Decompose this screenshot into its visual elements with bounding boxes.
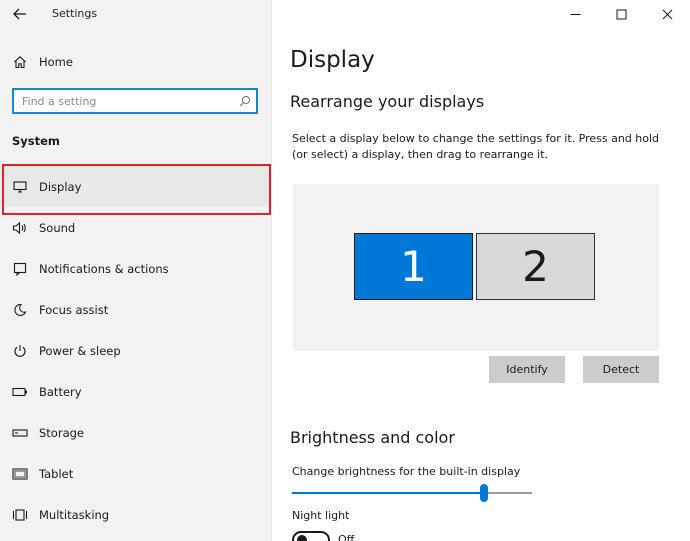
- sidebar-item-label: Tablet: [39, 466, 74, 481]
- sidebar-item-display[interactable]: Display: [0, 166, 272, 207]
- back-button[interactable]: [8, 4, 32, 24]
- night-light-toggle[interactable]: [292, 531, 330, 541]
- sidebar-item-battery[interactable]: Battery: [0, 371, 272, 412]
- sidebar-item-focus-assist[interactable]: Focus assist: [0, 289, 272, 330]
- brightness-slider[interactable]: [292, 484, 532, 502]
- window-controls: [552, 0, 690, 28]
- rearrange-description: Select a display below to change the set…: [292, 132, 660, 161]
- rearrange-title: Rearrange your displays: [290, 92, 485, 111]
- moon-icon: [12, 302, 28, 318]
- search-icon[interactable]: [234, 95, 256, 107]
- slider-track-rest: [484, 492, 532, 494]
- main-content: Display Rearrange your displays Select a…: [272, 0, 690, 541]
- night-light-state: Off: [338, 533, 355, 541]
- sidebar-item-power-sleep[interactable]: Power & sleep: [0, 330, 272, 371]
- slider-thumb[interactable]: [480, 484, 488, 502]
- close-button[interactable]: [644, 0, 690, 28]
- close-icon: [662, 9, 672, 19]
- tablet-icon: [12, 466, 28, 482]
- search-input[interactable]: [14, 90, 234, 112]
- toggle-knob: [297, 535, 307, 541]
- power-icon: [12, 343, 28, 359]
- app-title: Settings: [52, 7, 98, 20]
- multitasking-icon: [12, 507, 28, 523]
- page-title: Display: [290, 47, 375, 73]
- sidebar-item-label: Focus assist: [39, 302, 109, 317]
- section-header-system: System: [12, 134, 60, 148]
- sidebar-item-label: Notifications & actions: [39, 261, 169, 276]
- sidebar-item-tablet[interactable]: Tablet: [0, 453, 272, 494]
- brightness-title: Brightness and color: [290, 428, 455, 447]
- slider-track-fill: [292, 492, 484, 494]
- home-icon: [12, 54, 28, 70]
- sidebar: Settings Home System Display: [0, 0, 272, 541]
- maximize-button[interactable]: [598, 0, 644, 28]
- sidebar-item-multitasking[interactable]: Multitasking: [0, 494, 272, 535]
- sidebar-item-storage[interactable]: Storage: [0, 412, 272, 453]
- sidebar-item-notifications[interactable]: Notifications & actions: [0, 248, 272, 289]
- sidebar-item-label: Multitasking: [39, 507, 110, 522]
- identify-button[interactable]: Identify: [489, 356, 565, 383]
- sidebar-item-label: Battery: [39, 384, 82, 399]
- sidebar-item-label: Power & sleep: [39, 343, 121, 358]
- sidebar-item-sound[interactable]: Sound: [0, 207, 272, 248]
- titlebar: Settings: [0, 0, 272, 28]
- minimize-icon: [570, 13, 580, 15]
- brightness-label: Change brightness for the built-in displ…: [292, 465, 521, 478]
- search-box[interactable]: [12, 88, 258, 114]
- nav-list: Display Sound Notifications & actions Fo…: [0, 166, 272, 535]
- monitor-icon: [12, 179, 28, 195]
- monitor-1[interactable]: 1: [354, 233, 473, 300]
- nav-home[interactable]: Home: [0, 48, 272, 76]
- night-light-label: Night light: [292, 509, 350, 522]
- sidebar-item-label: Storage: [39, 425, 84, 440]
- speaker-icon: [12, 220, 28, 236]
- storage-icon: [12, 425, 28, 441]
- notification-icon: [12, 261, 28, 277]
- minimize-button[interactable]: [552, 0, 598, 28]
- back-arrow-icon: [13, 8, 26, 20]
- sidebar-item-label: Sound: [39, 220, 76, 235]
- nav-home-label: Home: [39, 55, 73, 69]
- maximize-icon: [616, 9, 626, 19]
- display-arrangement-area[interactable]: 1 2: [293, 184, 659, 351]
- sidebar-item-label: Display: [39, 179, 82, 194]
- detect-button[interactable]: Detect: [583, 356, 659, 383]
- battery-icon: [12, 384, 28, 400]
- monitor-2[interactable]: 2: [476, 233, 595, 300]
